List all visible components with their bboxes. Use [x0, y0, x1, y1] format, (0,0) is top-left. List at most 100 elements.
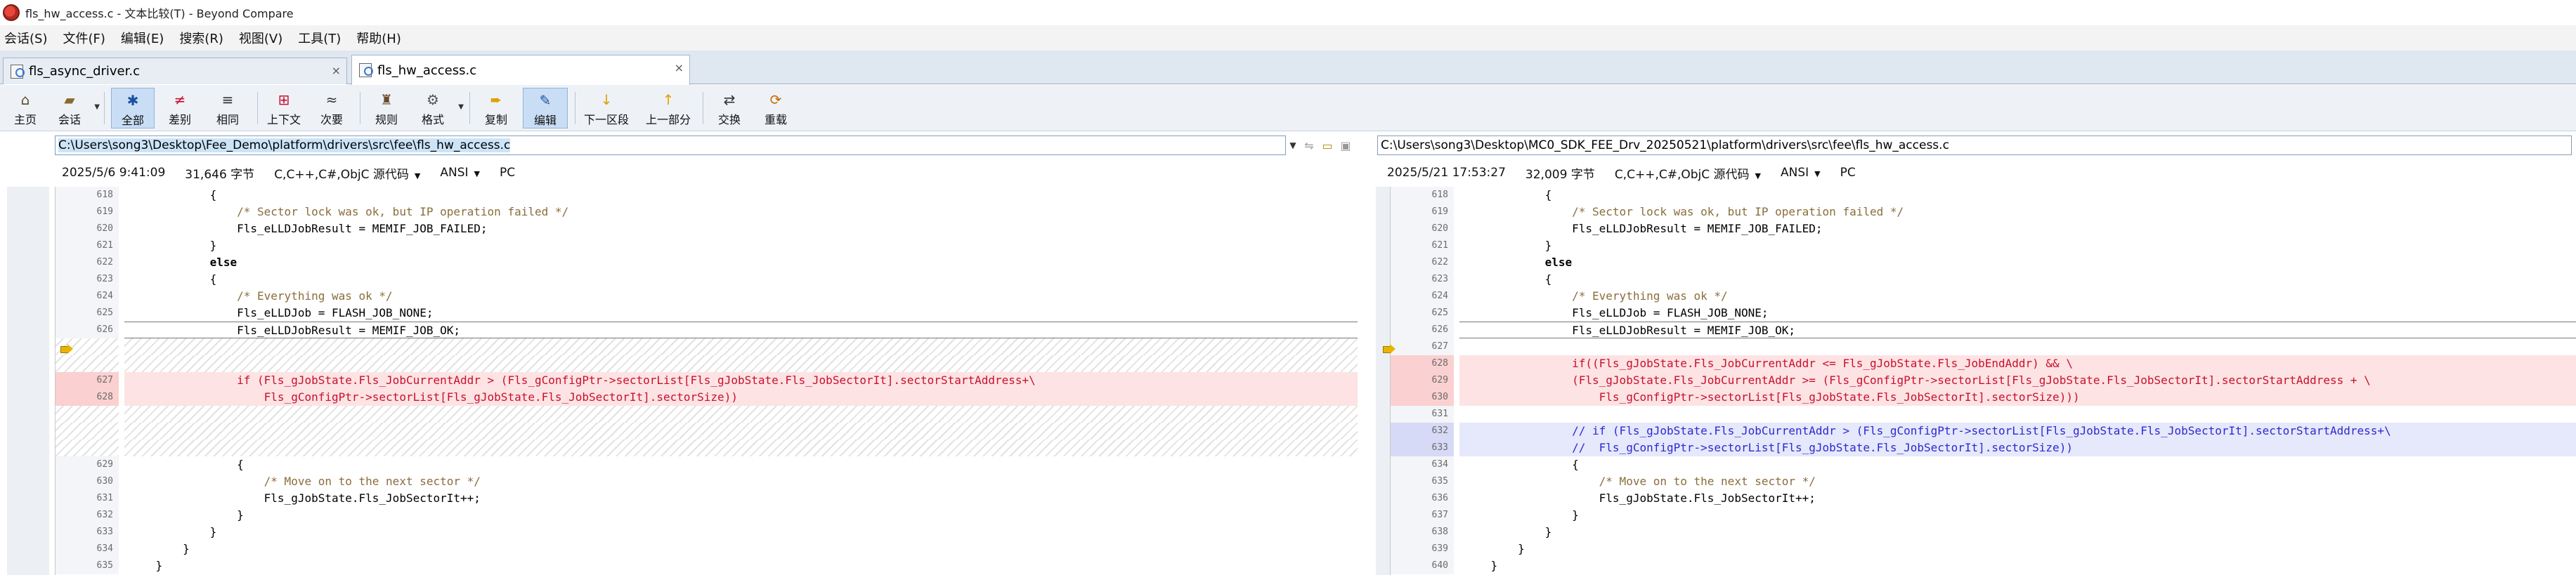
swap-button[interactable]: ⇄ 交换	[708, 88, 750, 128]
code-line[interactable]: 622 else	[56, 254, 1358, 271]
right-encoding-select[interactable]: ANSI ▼	[1781, 166, 1821, 180]
context-button[interactable]: ⊞ 上下文	[261, 88, 306, 128]
code-text: else	[129, 256, 238, 269]
code-line[interactable]: 620 Fls_eLLDJobResult = MEMIF_JOB_FAILED…	[1391, 220, 2576, 237]
code-line[interactable]: 631	[1391, 406, 2576, 423]
show-diffs-button[interactable]: ≠ 差别	[159, 88, 201, 128]
code-line[interactable]: 621 }	[1391, 237, 2576, 254]
code-line[interactable]: 621 }	[56, 237, 1358, 254]
code-line[interactable]: 619 /* Sector lock was ok, but IP operat…	[56, 204, 1358, 220]
menu-view[interactable]: 视图(V)	[239, 29, 282, 47]
prev-part-button[interactable]: ↑ 上一部分	[639, 88, 697, 128]
code-line[interactable]: 624 /* Everything was ok */	[1391, 288, 2576, 305]
code-line[interactable]: 639 }	[1391, 541, 2576, 557]
tab-fls-async-driver[interactable]: fls_async_driver.c ×	[3, 58, 347, 84]
asterisk-icon: ✱	[126, 92, 139, 109]
minor-button[interactable]: ≈ 次要	[311, 88, 353, 128]
current-diff-marker-icon	[60, 344, 73, 354]
reload-button[interactable]: ⟳ 重载	[755, 88, 797, 128]
code-line[interactable]: 634 {	[1391, 456, 2576, 473]
code-line[interactable]: 632 // if (Fls_gJobState.Fls_JobCurrentA…	[1391, 423, 2576, 439]
code-line[interactable]: 634 }	[56, 541, 1358, 557]
home-button[interactable]: ⌂ 主页	[6, 88, 45, 128]
code-line[interactable]: 618 {	[56, 187, 1358, 204]
code-line[interactable]: 625 Fls_eLLDJob = FLASH_JOB_NONE;	[1391, 305, 2576, 322]
code-line[interactable]: 628 if((Fls_gJobState.Fls_JobCurrentAddr…	[1391, 355, 2576, 372]
folder-open-icon[interactable]: ▭	[1318, 136, 1336, 155]
code-line[interactable]	[56, 355, 1358, 372]
format-button[interactable]: ⚙ 格式 ▼	[412, 88, 464, 128]
code-text: }	[1464, 559, 1498, 572]
code-line[interactable]: 640 }	[1391, 557, 2576, 574]
code-line[interactable]: 630 /* Move on to the next sector */	[56, 473, 1358, 490]
code-line[interactable]: 638 }	[1391, 524, 2576, 541]
code-line[interactable]: 637 }	[1391, 507, 2576, 524]
right-editor-pane[interactable]: 618 {619 /* Sector lock was ok, but IP o…	[1390, 187, 2576, 575]
show-all-button[interactable]: ✱ 全部	[111, 88, 155, 128]
briefcase-icon: ▰	[64, 91, 75, 108]
code-line[interactable]	[56, 338, 1358, 355]
code-line[interactable]: 636 Fls_gJobState.Fls_JobSectorIt++;	[1391, 490, 2576, 507]
chevron-down-icon[interactable]: ▼	[458, 103, 464, 111]
code-line[interactable]: 628 Fls_gConfigPtr->sectorList[Fls_gJobS…	[56, 389, 1358, 406]
edit-button[interactable]: ✎ 编辑	[523, 88, 568, 128]
right-eol[interactable]: PC	[1840, 166, 1856, 180]
code-line[interactable]: 632 }	[56, 507, 1358, 524]
code-line[interactable]: 623 {	[56, 271, 1358, 288]
right-path-input[interactable]: C:\Users\song3\Desktop\MC0_SDK_FEE_Drv_2…	[1377, 136, 2572, 155]
code-line[interactable]: 627	[1391, 338, 2576, 355]
menu-session[interactable]: 会话(S)	[4, 29, 47, 47]
menu-file[interactable]: 文件(F)	[63, 29, 105, 47]
code-line[interactable]: 627 if (Fls_gJobState.Fls_JobCurrentAddr…	[56, 372, 1358, 389]
tab-fls-hw-access[interactable]: fls_hw_access.c ×	[351, 55, 690, 85]
left-lang-select[interactable]: C,C++,C#,ObjC 源代码 ▼	[274, 164, 420, 182]
code-line[interactable]: 625 Fls_eLLDJob = FLASH_JOB_NONE;	[56, 305, 1358, 322]
show-same-button[interactable]: ≡ 相同	[207, 88, 249, 128]
reload-icon: ⟳	[769, 91, 782, 108]
code-line[interactable]: 633 }	[56, 524, 1358, 541]
right-overview-strip[interactable]	[1376, 187, 1390, 575]
session-button[interactable]: ▰ 会话 ▼	[49, 88, 100, 128]
code-line[interactable]: 623 {	[1391, 271, 2576, 288]
code-line[interactable]: 630 Fls_gConfigPtr->sectorList[Fls_gJobS…	[1391, 389, 2576, 406]
left-editor-pane[interactable]: 618 {619 /* Sector lock was ok, but IP o…	[55, 187, 1358, 575]
code-line[interactable]: 624 /* Everything was ok */	[56, 288, 1358, 305]
left-overview-strip[interactable]	[7, 187, 49, 575]
line-number: 630	[1391, 389, 1454, 406]
code-line[interactable]	[56, 406, 1358, 423]
copy-button[interactable]: ➨ 复制	[475, 88, 517, 128]
left-encoding-select[interactable]: ANSI ▼	[440, 166, 480, 180]
history-icon[interactable]: ⇋	[1300, 136, 1318, 155]
code-line[interactable]: 626 Fls_eLLDJobResult = MEMIF_JOB_OK;	[56, 322, 1358, 338]
code-line[interactable]: 631 Fls_gJobState.Fls_JobSectorIt++;	[56, 490, 1358, 507]
code-line[interactable]: 629 (Fls_gJobState.Fls_JobCurrentAddr >=…	[1391, 372, 2576, 389]
code-line[interactable]: 633 // Fls_gConfigPtr->sectorList[Fls_gJ…	[1391, 439, 2576, 456]
next-section-button[interactable]: ↓ 下一区段	[578, 88, 635, 128]
code-line[interactable]: 626 Fls_eLLDJobResult = MEMIF_JOB_OK;	[1391, 322, 2576, 338]
close-icon[interactable]: ×	[332, 64, 341, 77]
chevron-down-icon[interactable]: ▼	[94, 103, 100, 111]
save-icon[interactable]: ▣	[1336, 136, 1355, 155]
code-line[interactable]: 618 {	[1391, 187, 2576, 204]
code-text	[124, 439, 1358, 456]
rules-button[interactable]: ♜ 规则	[365, 88, 408, 128]
equal-icon: ≡	[221, 91, 234, 108]
left-eol[interactable]: PC	[500, 166, 515, 180]
right-lang-select[interactable]: C,C++,C#,ObjC 源代码 ▼	[1615, 164, 1761, 182]
menu-edit[interactable]: 编辑(E)	[121, 29, 164, 47]
left-path-input[interactable]: C:\Users\song3\Desktop\Fee_Demo\platform…	[55, 136, 1286, 155]
code-line[interactable]: 622 else	[1391, 254, 2576, 271]
code-line[interactable]: 620 Fls_eLLDJobResult = MEMIF_JOB_FAILED…	[56, 220, 1358, 237]
code-line[interactable]: 635 /* Move on to the next sector */	[1391, 473, 2576, 490]
code-line[interactable]	[56, 423, 1358, 439]
chevron-down-icon[interactable]: ▼	[1286, 136, 1300, 155]
menu-search[interactable]: 搜索(R)	[179, 29, 223, 47]
code-text: }	[129, 525, 217, 538]
code-line[interactable]: 629 {	[56, 456, 1358, 473]
menu-tools[interactable]: 工具(T)	[298, 29, 341, 47]
menu-help[interactable]: 帮助(H)	[356, 29, 401, 47]
code-line[interactable]: 635 }	[56, 557, 1358, 574]
close-icon[interactable]: ×	[675, 61, 684, 74]
code-line[interactable]	[56, 439, 1358, 456]
code-line[interactable]: 619 /* Sector lock was ok, but IP operat…	[1391, 204, 2576, 220]
